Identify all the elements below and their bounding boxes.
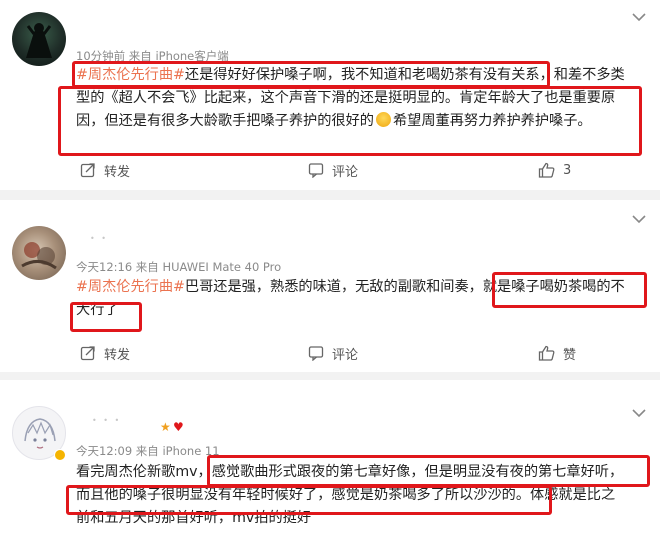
comment-card: • • 今天12:16 来自 HUAWEI Mate 40 Pro #周杰伦先行…	[0, 200, 660, 372]
comment-icon	[308, 163, 324, 178]
like-button[interactable]: 3	[538, 160, 571, 180]
avatar[interactable]	[12, 226, 66, 280]
username-placeholder: • • •	[92, 416, 122, 425]
comment-card: 10分钟前 来自 iPhone客户端 #周杰伦先行曲#还是得好好保护嗓子啊，我不…	[0, 0, 660, 190]
repost-icon	[80, 163, 95, 178]
like-count: 3	[563, 162, 572, 178]
emoji-icon	[375, 112, 391, 127]
comment-text: 看完周杰伦新歌mv，感觉歌曲形式跟夜的第七章好像，但是明显没有夜的第七章好听， …	[76, 461, 652, 530]
comment-meta: 10分钟前 来自 iPhone客户端	[76, 49, 229, 63]
comment-actions: 转发 评论 3	[76, 160, 652, 180]
repost-button[interactable]: 转发	[80, 160, 130, 180]
avatar[interactable]	[12, 12, 66, 66]
thumbs-up-icon	[538, 345, 555, 361]
comment-meta: 今天12:09 来自 iPhone 11	[76, 444, 220, 458]
repost-icon	[80, 346, 95, 361]
username-placeholder: • •	[90, 234, 108, 243]
more-menu-icon[interactable]	[632, 408, 646, 420]
comment-line: 型的《超人不会飞》比起来，这个声音下滑的还是挺明显的。肯定年龄大了也是重要原	[76, 90, 616, 106]
like-label: 赞	[563, 347, 577, 363]
comment-actions: 转发 评论 赞	[76, 343, 652, 363]
comment-line: 因，但还是有很多大龄歌手把嗓子养护的很好的 希望周董再努力养护养护嗓子。	[76, 112, 592, 129]
verified-badge-icon	[54, 449, 66, 461]
heart-badge-icon: ♥	[173, 420, 184, 434]
comment-line: #周杰伦先行曲#还是得好好保护嗓子啊，我不知道和老喝奶茶有没有关系，和差不多类	[76, 67, 625, 83]
more-menu-icon[interactable]	[632, 214, 646, 226]
thumbs-up-icon	[538, 162, 555, 178]
comment-line: 大行了	[76, 302, 119, 318]
hashtag-link[interactable]: #周杰伦先行曲#	[76, 67, 185, 83]
hashtag-link[interactable]: #周杰伦先行曲#	[76, 279, 185, 295]
comment-line: 前和五月天的那首好听，mv拍的挺好	[76, 510, 312, 526]
more-menu-icon[interactable]	[632, 12, 646, 24]
like-button[interactable]: 赞	[538, 343, 576, 363]
comment-line: 而且他的嗓子很明显没有年轻时候好了，感觉是奶茶喝多了所以沙沙的。体感就是比之	[76, 487, 616, 503]
comment-text: #周杰伦先行曲#巴哥还是强，熟悉的味道，无敌的副歌和间奏，就是嗓子喝奶茶喝的不 …	[76, 276, 652, 322]
comment-button[interactable]: 评论	[308, 160, 358, 180]
comment-line: #周杰伦先行曲#巴哥还是强，熟悉的味道，无敌的副歌和间奏，就是嗓子喝奶茶喝的不	[76, 279, 625, 295]
comment-button[interactable]: 评论	[308, 343, 358, 363]
comment-line: 看完周杰伦新歌mv，感觉歌曲形式跟夜的第七章好像，但是明显没有夜的第七章好听，	[76, 464, 624, 480]
comment-icon	[308, 346, 324, 361]
comment-text: #周杰伦先行曲#还是得好好保护嗓子啊，我不知道和老喝奶茶有没有关系，和差不多类 …	[76, 64, 652, 133]
comment-card: • • • ★ ♥ 今天12:09 来自 iPhone 11 看完周杰伦新歌mv…	[0, 380, 660, 544]
repost-button[interactable]: 转发	[80, 343, 130, 363]
star-badge-icon: ★	[160, 420, 171, 434]
comment-meta: 今天12:16 来自 HUAWEI Mate 40 Pro	[76, 260, 282, 274]
